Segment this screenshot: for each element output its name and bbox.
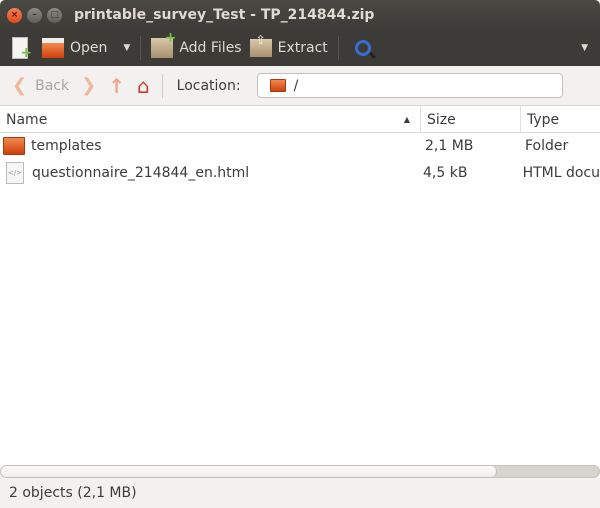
file-row[interactable]: </> questionnaire_214844_en.html 4,5 kB H…	[0, 160, 600, 186]
file-row[interactable]: templates 2,1 MB Folder	[0, 133, 600, 159]
navigation-bar: ❮ Back ❯ ↑ ⌂ Location: /	[0, 66, 600, 106]
location-value: /	[293, 77, 299, 94]
search-button[interactable]	[345, 33, 376, 63]
column-header: Name ▲ Size Type	[0, 106, 600, 133]
new-archive-icon: +	[12, 37, 32, 61]
back-button[interactable]: ❮ Back	[6, 75, 75, 96]
forward-button[interactable]: ❯	[75, 75, 102, 96]
column-size-label: Size	[427, 111, 456, 128]
toolbar-overflow-button[interactable]: ▼	[577, 33, 592, 63]
folder-icon	[269, 79, 286, 92]
open-button[interactable]: Open	[38, 33, 111, 63]
horizontal-scrollbar[interactable]	[0, 465, 600, 478]
file-name: questionnaire_214844_en.html	[32, 165, 250, 181]
up-arrow-icon: ↑	[108, 73, 125, 98]
forward-arrow-icon: ❯	[81, 75, 97, 96]
status-bar: 2 objects (2,1 MB)	[0, 478, 600, 508]
add-files-icon: +	[151, 30, 176, 58]
html-file-icon: </>	[6, 162, 24, 184]
home-icon: ⌂	[136, 73, 150, 98]
folder-icon	[3, 137, 25, 155]
home-button[interactable]: ⌂	[131, 74, 156, 98]
column-header-type[interactable]: Type	[521, 106, 600, 133]
extract-label: Extract	[277, 40, 328, 56]
chevron-down-icon: ▼	[581, 43, 588, 53]
close-window-button[interactable]: ×	[7, 7, 22, 23]
extract-icon: ⇧	[249, 33, 272, 57]
back-arrow-icon: ❮	[12, 75, 28, 96]
add-files-button[interactable]: + Add Files	[147, 30, 245, 63]
sort-ascending-icon: ▲	[403, 115, 410, 124]
new-archive-button[interactable]: +	[8, 33, 32, 63]
open-folder-icon	[42, 38, 64, 58]
chevron-down-icon: ▼	[123, 43, 131, 53]
separator	[161, 73, 163, 98]
column-name-label: Name	[6, 111, 48, 128]
status-text: 2 objects (2,1 MB)	[9, 485, 137, 501]
column-type-label: Type	[527, 111, 560, 128]
window-title: printable_survey_Test - TP_214844.zip	[74, 7, 375, 23]
location-field[interactable]: /	[256, 73, 563, 98]
file-type: HTML docu	[522, 165, 600, 181]
search-icon	[354, 40, 376, 60]
open-dropdown-button[interactable]: ▼	[111, 33, 134, 63]
file-size: 4,5 kB	[423, 165, 468, 181]
column-header-name[interactable]: Name ▲	[0, 106, 421, 133]
minimize-window-button[interactable]: –	[27, 7, 42, 23]
maximize-window-button[interactable]: □	[47, 7, 62, 23]
back-label: Back	[35, 77, 70, 94]
location-label: Location:	[176, 77, 241, 94]
file-size: 2,1 MB	[425, 138, 474, 154]
scrollbar-thumb[interactable]	[1, 466, 498, 477]
file-name: templates	[31, 138, 102, 154]
file-type: Folder	[525, 138, 569, 154]
separator	[140, 36, 142, 60]
extract-button[interactable]: ⇧ Extract	[246, 33, 332, 63]
toolbar: + Open ▼ + Add Files ⇧ Extract ▼	[0, 30, 600, 66]
separator	[337, 36, 339, 60]
title-bar: × – □ printable_survey_Test - TP_214844.…	[0, 0, 600, 30]
add-files-label: Add Files	[179, 40, 242, 56]
column-header-size[interactable]: Size	[421, 106, 521, 133]
up-button[interactable]: ↑	[102, 74, 131, 98]
open-label: Open	[70, 40, 108, 56]
